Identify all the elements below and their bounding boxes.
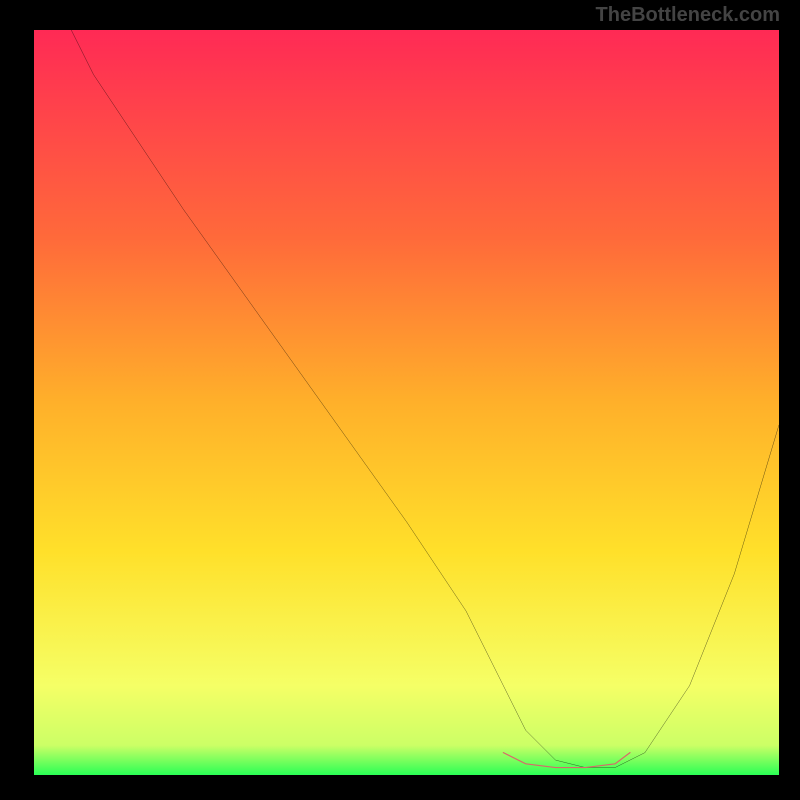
- watermark-text: TheBottleneck.com: [596, 4, 780, 27]
- gradient-background: [34, 30, 779, 775]
- chart-svg: [34, 30, 779, 775]
- chart-container: TheBottleneck.com: [0, 0, 800, 800]
- plot-area: [34, 30, 779, 775]
